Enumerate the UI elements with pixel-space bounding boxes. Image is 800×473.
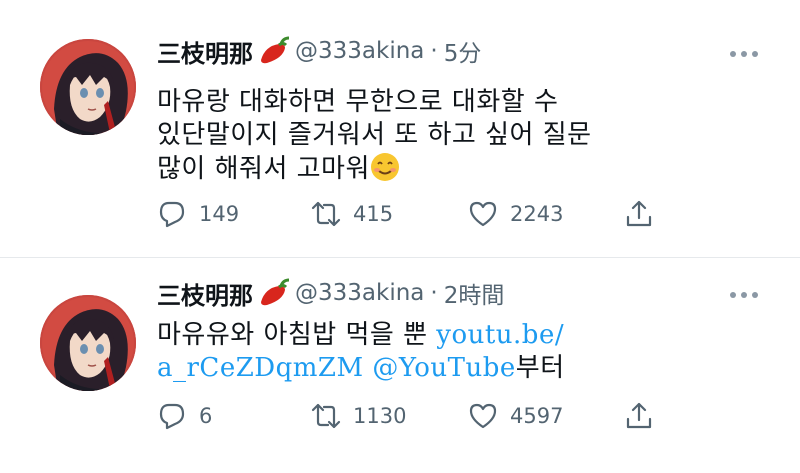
tweet-text-start: 마유유와 아침밥 먹을 뿐 (157, 320, 437, 350)
display-name[interactable]: 三枝明那 (157, 34, 253, 69)
tweet-text-line: 있단말이지 즐거워서 또 하고 싶어 질문 (157, 120, 592, 150)
share-icon (626, 200, 652, 227)
chili-emoji (261, 278, 290, 306)
retweet-icon (311, 201, 341, 227)
smile-emoji (370, 153, 399, 181)
reply-icon (159, 403, 185, 430)
user-handle[interactable]: @333akina (295, 38, 424, 64)
reply-icon (159, 201, 185, 228)
separator-dot: · (430, 38, 438, 64)
reply-count: 149 (199, 202, 240, 226)
separator-dot: · (430, 280, 438, 306)
tweet-text-line: 많이 해줘서 고마워 (157, 154, 370, 184)
more-icon[interactable] (730, 51, 758, 57)
like-count: 2243 (510, 202, 564, 226)
retweet-count: 1130 (353, 404, 407, 428)
reply-button[interactable]: 6 (157, 399, 212, 433)
youtube-mention[interactable]: @YouTube (372, 353, 515, 383)
avatar[interactable] (40, 39, 136, 135)
like-button[interactable]: 4597 (468, 399, 563, 433)
share-button[interactable] (624, 197, 654, 231)
reply-count: 6 (199, 404, 213, 428)
like-count: 4597 (510, 404, 564, 428)
avatar[interactable] (40, 295, 136, 391)
like-icon (469, 403, 497, 429)
share-icon (626, 402, 652, 429)
chili-emoji (261, 36, 290, 64)
avatar-image (40, 295, 136, 391)
share-button[interactable] (624, 399, 654, 433)
tweet-card[interactable]: 三枝明那 @333akina · 5分 마유랑 대화하면 무한으로 대화할 수 … (0, 0, 800, 257)
tweet-text-end: 부터 (515, 353, 565, 383)
retweet-button[interactable]: 415 (311, 197, 393, 231)
reply-button[interactable]: 149 (157, 197, 239, 231)
more-icon[interactable] (730, 292, 758, 298)
timestamp[interactable]: 5分 (444, 34, 482, 68)
tweet-header: 三枝明那 @333akina · 2時間 (157, 276, 504, 310)
retweet-icon (311, 403, 341, 429)
tweet-text-line: 마유랑 대화하면 무한으로 대화할 수 (157, 87, 559, 117)
youtube-link[interactable]: youtu.be/ (436, 320, 564, 350)
like-icon (469, 201, 497, 227)
tweet-text: 마유랑 대화하면 무한으로 대화할 수 있단말이지 즐거워서 또 하고 싶어 질… (157, 86, 757, 186)
tweet-card[interactable]: 三枝明那 @333akina · 2時間 마유유와 아침밥 먹을 뿐 youtu… (0, 258, 800, 473)
retweet-button[interactable]: 1130 (311, 399, 406, 433)
tweet-header: 三枝明那 @333akina · 5分 (157, 34, 481, 68)
retweet-count: 415 (353, 202, 394, 226)
youtube-link-cont[interactable]: a_rCeZDqmZM (157, 353, 364, 383)
like-button[interactable]: 2243 (468, 197, 563, 231)
tweet-text: 마유유와 아침밥 먹을 뿐 youtu.be/ a_rCeZDqmZM @You… (157, 319, 757, 385)
display-name[interactable]: 三枝明那 (157, 276, 253, 311)
timestamp[interactable]: 2時間 (444, 276, 505, 310)
user-handle[interactable]: @333akina (295, 280, 424, 306)
avatar-image (40, 39, 136, 135)
